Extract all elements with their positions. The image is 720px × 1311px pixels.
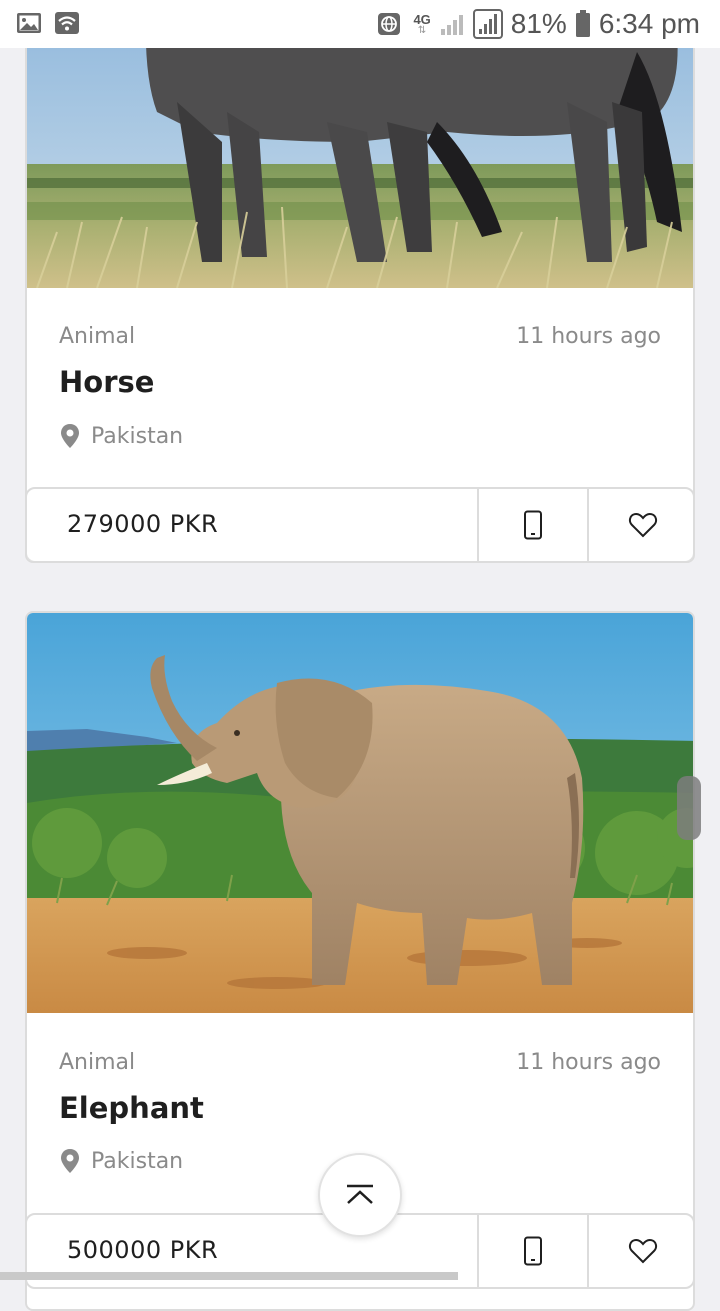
listing-title[interactable]: Horse: [59, 365, 154, 399]
listing-location: Pakistan: [59, 1148, 183, 1174]
map-pin-icon: [61, 424, 79, 448]
listing-time: 11 hours ago: [516, 1050, 661, 1075]
listing-category: Animal: [59, 1050, 136, 1075]
listing-time: 11 hours ago: [516, 324, 661, 349]
mobile-phone-icon: [524, 510, 542, 540]
network-indicator: 4G ⇅: [413, 11, 431, 36]
call-button[interactable]: [477, 1215, 587, 1287]
listing-location: Pakistan: [59, 423, 183, 449]
mobile-phone-icon: [524, 1236, 542, 1266]
horizontal-scrollbar[interactable]: [0, 1272, 458, 1280]
listing-actions: 279000 PKR: [27, 487, 693, 561]
globe-icon: [378, 13, 401, 35]
signal-icon-sim1: [440, 15, 463, 35]
battery-icon: [575, 10, 590, 37]
favorite-button[interactable]: [587, 1215, 693, 1287]
heart-icon: [628, 513, 658, 538]
listing-category: Animal: [59, 324, 136, 349]
favorite-button[interactable]: [587, 489, 693, 561]
listing-price: 500000 PKR: [67, 1236, 219, 1264]
edge-panel-handle[interactable]: [677, 776, 701, 840]
signal-icon-sim2: [472, 9, 503, 39]
call-button[interactable]: [477, 489, 587, 561]
heart-icon: [628, 1239, 658, 1264]
listing-price: 279000 PKR: [67, 510, 219, 538]
location-label: Pakistan: [91, 423, 184, 449]
status-bar: 4G ⇅ 81% 6:34 pm: [0, 0, 720, 48]
listing-title[interactable]: Elephant: [59, 1091, 204, 1125]
map-pin-icon: [61, 1149, 79, 1173]
location-label: Pakistan: [91, 1148, 184, 1174]
listing-card[interactable]: Animal 11 hours ago Horse Pakistan 27900…: [25, 0, 695, 563]
listing-image-elephant[interactable]: [27, 613, 693, 1013]
scroll-to-top-button[interactable]: [318, 1153, 402, 1237]
clock: 6:34 pm: [598, 8, 700, 39]
gallery-icon: [17, 13, 41, 33]
wifi-icon: [55, 12, 79, 34]
battery-percent: 81%: [510, 8, 567, 39]
chevron-up-icon: [347, 1184, 373, 1204]
